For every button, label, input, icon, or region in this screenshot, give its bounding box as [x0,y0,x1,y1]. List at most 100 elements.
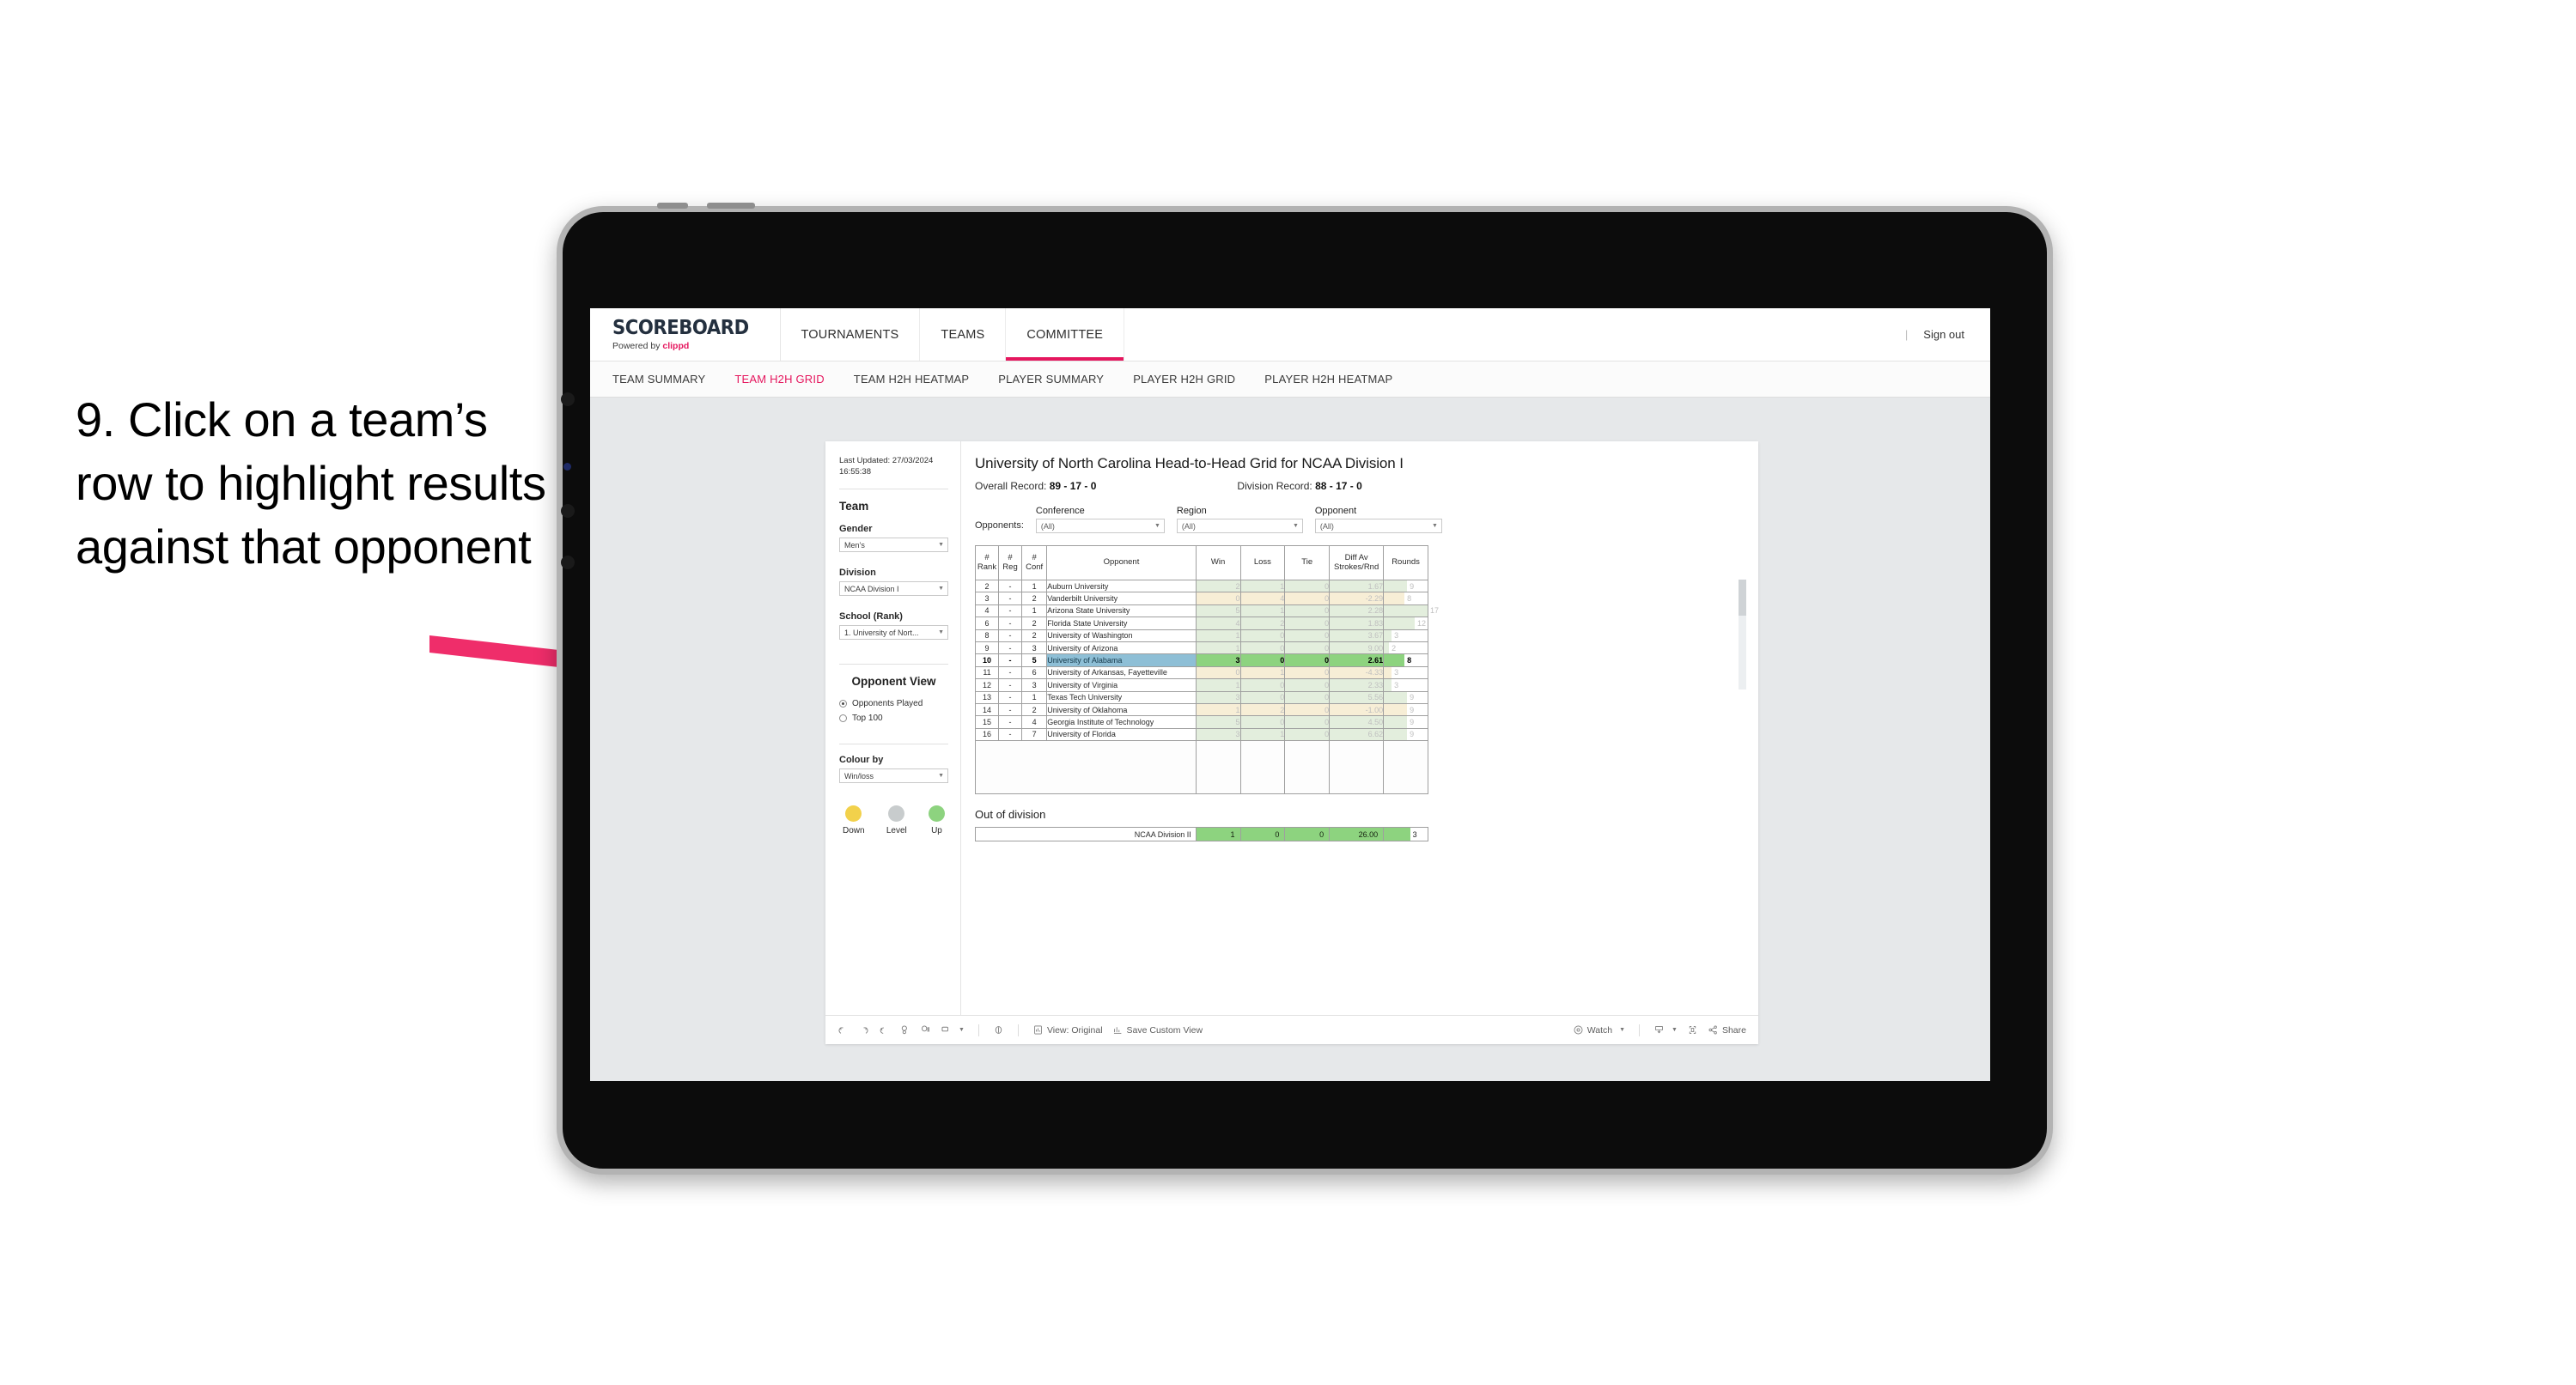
col-tie[interactable]: Tie [1284,545,1331,580]
redo-icon[interactable] [858,1024,869,1036]
grid-scrollbar[interactable] [1739,580,1746,689]
table-row[interactable]: 4-1 Arizona State University 5 1 0 2.28 17 [974,604,1439,618]
table-row[interactable]: 2-1 Auburn University 2 1 0 1.67 9 [974,579,1428,593]
table-row[interactable]: 3-2 Vanderbilt University 0 4 0 -2.29 8 [974,592,1428,605]
sign-out-link[interactable]: Sign out [1923,328,1964,341]
app-logo[interactable]: SCOREBOARD Powered by clippd [590,308,781,361]
table-row[interactable]: 11-6 University of Arkansas, Fayetteville… [974,665,1428,680]
table-row[interactable]: 12-3 University of Virginia 1 0 0 2.33 3 [974,678,1428,692]
filter-region-select[interactable]: (All) ▼ [1176,519,1303,533]
save-custom-view-button[interactable]: Save Custom View [1112,1024,1203,1036]
table-row[interactable]: 8-2 University of Washington 1 0 0 3.67 3 [974,629,1428,642]
grid-spacer-diff [1329,740,1385,795]
tablet-top-button-2 [707,203,755,209]
cell-opponent: University of Florida [1046,727,1197,742]
table-row[interactable]: 14-2 University of Oklahoma 1 2 0 -1.00 9 [974,702,1428,717]
watch-button[interactable]: Watch ▼ [1573,1024,1625,1036]
col-opponent[interactable]: Opponent [1046,545,1197,580]
top-nav-teams[interactable]: TEAMS [920,308,1007,361]
table-row[interactable]: 6-2 Florida State University 4 2 0 1.83 12 [974,617,1428,630]
out-of-division-row[interactable]: NCAA Division II 1 0 0 26.00 3 [975,827,1428,842]
filter-opponent-select[interactable]: (All) ▼ [1314,519,1442,533]
sub-nav-team-summary[interactable]: TEAM SUMMARY [612,373,705,386]
table-row[interactable]: 10-5 University of Alabama 3 0 0 2.61 8 [974,653,1428,667]
sidebar-divider-2 [839,664,948,665]
col-conf[interactable]: # Conf [1021,545,1048,580]
logo-brand: clippd [662,340,690,351]
sub-nav-team-h2h-grid[interactable]: TEAM H2H GRID [734,373,824,386]
cell-rank: 3 [974,592,1000,605]
cell-win: 0 [1195,592,1241,605]
undo-icon[interactable] [837,1024,849,1036]
ood-rounds-label: 3 [1412,829,1417,839]
top-nav-committee[interactable]: COMMITTEE [1006,308,1125,361]
workbook-toolbar: ▼ View: Original Save Custom View Watch … [825,1015,1758,1044]
cell-opponent: Florida State University [1046,617,1197,630]
cell-win: 5 [1195,715,1241,729]
ood-label: NCAA Division II [975,827,1197,842]
filter-conference-value: (All) [1040,521,1055,531]
highlight-icon[interactable]: ▼ [941,1024,965,1036]
cell-conf: 6 [1021,665,1048,680]
col-rank[interactable]: # Rank [974,545,1000,580]
chevron-down-icon: ▼ [1154,523,1160,529]
share-button[interactable]: Share [1708,1024,1746,1036]
download-button[interactable]: ▼ [1653,1024,1678,1036]
pause-icon[interactable] [920,1024,931,1036]
instruction-caption: 9. Click on a team’s row to highlight re… [76,392,546,574]
radio-opponents-played[interactable]: Opponents Played [839,699,948,708]
cell-win: 3 [1195,690,1241,704]
revert-icon[interactable] [879,1024,890,1036]
cell-opponent: Vanderbilt University [1046,592,1197,605]
refresh-icon[interactable] [899,1024,910,1036]
colour-legend: Down Level Up [839,805,948,835]
colour-by-select[interactable]: Win/loss ▼ [839,768,948,784]
app-header: SCOREBOARD Powered by clippd TOURNAMENTS… [590,308,1990,361]
cell-tie: 0 [1284,641,1331,655]
rounds-bar [1384,691,1408,703]
fullscreen-button[interactable] [1687,1024,1698,1036]
sub-nav-player-h2h-grid[interactable]: PLAYER H2H GRID [1133,373,1235,386]
table-row[interactable]: 15-4 Georgia Institute of Technology 5 0 0 4.… [974,715,1428,729]
chevron-down-icon: ▼ [959,1027,965,1033]
cell-opponent: Georgia Institute of Technology [1046,715,1197,729]
col-diff-l2: Strokes/Rnd [1333,562,1379,572]
col-loss[interactable]: Loss [1239,545,1286,580]
cell-rounds: 17 [1383,604,1439,618]
cell-loss: 0 [1239,715,1286,729]
col-reg[interactable]: # Reg [998,545,1023,580]
table-row[interactable]: 16-7 University of Florida 3 1 0 6.62 9 [974,727,1428,742]
gender-select[interactable]: Men’s ▼ [839,538,948,553]
chevron-down-icon: ▼ [938,586,944,592]
filter-conference-select[interactable]: (All) ▼ [1035,519,1165,533]
cell-loss: 1 [1239,727,1286,742]
col-win[interactable]: Win [1195,545,1241,580]
col-rounds[interactable]: Rounds [1383,545,1428,580]
header-divider: | [1904,328,1909,341]
header-right: | Sign out [1905,308,1990,361]
sub-nav-player-h2h-heatmap[interactable]: PLAYER H2H HEATMAP [1264,373,1392,386]
cell-tie: 0 [1284,579,1331,593]
sub-nav-player-summary[interactable]: PLAYER SUMMARY [998,373,1104,386]
out-of-division-title: Out of division [975,808,1046,822]
sub-nav-team-h2h-heatmap[interactable]: TEAM H2H HEATMAP [854,373,969,386]
cell-reg: - [998,665,1023,680]
school-rank-select[interactable]: 1. University of Nort... ▼ [839,625,948,641]
view-original-button[interactable]: View: Original [1032,1024,1103,1036]
rounds-value: 3 [1394,631,1399,641]
division-select[interactable]: NCAA Division I ▼ [839,581,948,597]
cell-rank: 16 [974,727,1000,742]
cell-diff: 6.62 [1329,727,1385,742]
table-row[interactable]: 13-1 Texas Tech University 3 0 0 5.56 9 [974,690,1428,704]
col-diff[interactable]: Diff Av Strokes/Rnd [1329,545,1385,580]
table-row[interactable]: 9-3 University of Arizona 1 0 0 9.00 2 [974,641,1428,655]
radio-icon [839,714,847,723]
radio-top-100[interactable]: Top 100 [839,714,948,723]
cell-opponent: University of Washington [1046,629,1197,642]
cell-tie: 0 [1284,702,1331,717]
toolbar-sep-3 [1639,1024,1641,1036]
top-nav-tournaments[interactable]: TOURNAMENTS [781,308,921,361]
pan-icon[interactable] [993,1024,1004,1036]
legend-up-swatch [928,805,945,823]
grid-scrollbar-thumb[interactable] [1739,580,1746,616]
